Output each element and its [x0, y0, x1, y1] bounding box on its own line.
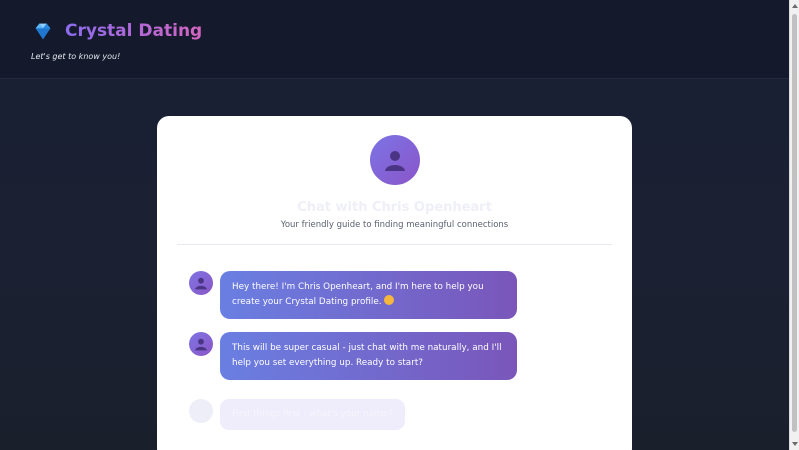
chat-avatar: [370, 135, 420, 185]
person-icon: [385, 151, 405, 171]
scrollbar-thumb[interactable]: [792, 14, 797, 432]
chat-message: Hey there! I'm Chris Openheart, and I'm …: [189, 271, 517, 319]
scroll-down-icon[interactable]: [792, 442, 798, 446]
tagline: Let's get to know you!: [31, 52, 121, 61]
message-text: Hey there! I'm Chris Openheart, and I'm …: [232, 282, 484, 307]
bot-avatar: [189, 399, 213, 423]
gem-icon: [35, 23, 51, 40]
message-text: First things first - what's your name?: [232, 409, 393, 419]
smiling-face-icon: [384, 295, 395, 305]
chat-message: First things first - what's your name?: [189, 399, 405, 430]
brand: Crystal Dating: [32, 20, 202, 42]
message-bubble: First things first - what's your name?: [220, 399, 405, 430]
scroll-up-icon[interactable]: [792, 4, 798, 8]
bot-avatar: [189, 332, 213, 356]
person-icon: [195, 338, 207, 351]
bot-avatar: [189, 271, 213, 295]
chat-title: Chat with Chris Openheart: [297, 200, 492, 215]
message-bubble: This will be super casual - just chat wi…: [220, 332, 517, 380]
chat-card: Chat with Chris Openheart Your friendly …: [157, 116, 632, 450]
message-text: This will be super casual - just chat wi…: [232, 343, 502, 368]
person-icon: [195, 277, 207, 290]
brand-name: Crystal Dating: [65, 21, 203, 41]
page-scrollbar[interactable]: [789, 0, 799, 450]
divider: [177, 244, 612, 245]
chat-message: This will be super casual - just chat wi…: [189, 332, 517, 380]
chat-subtitle: Your friendly guide to finding meaningfu…: [280, 220, 509, 230]
app-header: Crystal Dating Let's get to know you!: [0, 0, 789, 79]
message-bubble: Hey there! I'm Chris Openheart, and I'm …: [220, 271, 517, 319]
